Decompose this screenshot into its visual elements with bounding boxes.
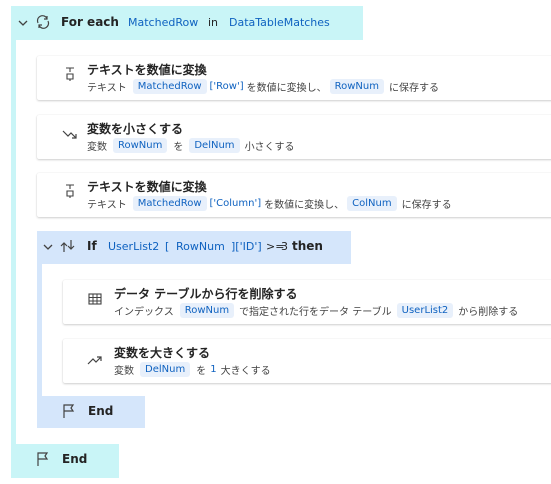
desc-prefix: インデックス [114,307,174,318]
variable-chip[interactable]: MatchedRow [132,79,207,94]
trend-down-icon [62,128,78,142]
text-to-number-icon [63,66,77,82]
index-text: ['Column'] [209,198,262,209]
desc-suffix: 大きくする [220,366,271,377]
action-description: テキスト MatchedRow ['Column'] を数値に変換し、 ColN… [87,196,452,211]
flag-icon [62,403,76,419]
if-then-label: then [292,239,323,253]
if-end-label: End [88,404,114,418]
desc-value[interactable]: 1 [210,364,216,375]
action-description: インデックス RowNum で指定された行をデータ テーブル UserList2… [114,303,518,318]
desc-mid: を [173,142,184,153]
desc-mid: を数値に変換し、 [264,200,345,211]
desc-prefix: テキスト [87,200,127,211]
action-description: 変数 RowNum を DelNum 小さくする [87,138,295,153]
action-title: データ テーブルから行を削除する [114,287,298,301]
if-index-variable[interactable]: RowNum [176,240,225,253]
foreach-keyword: For each [61,15,119,29]
variable-chip[interactable]: DelNum [140,362,191,377]
branch-icon [60,238,76,254]
variable-chip[interactable]: MatchedRow [132,196,207,211]
variable-chip[interactable]: RowNum [179,303,235,318]
action-title: 変数を小さくする [87,122,184,136]
table-icon [88,293,102,305]
variable-chip[interactable]: ColNum [347,196,397,211]
desc-suffix: 小さくする [244,142,295,153]
foreach-rail [11,40,16,444]
foreach-item-variable[interactable]: MatchedRow [128,16,198,29]
variable-chip[interactable]: DelNum [189,138,240,153]
if-value: 3 [281,240,288,253]
chevron-down-icon[interactable] [42,241,54,253]
desc-mid: で指定された行をデータ テーブル [239,307,392,318]
action-title: 変数を大きくする [114,346,211,360]
chevron-down-icon[interactable] [17,17,29,29]
if-variable[interactable]: UserList2 [108,240,159,253]
desc-prefix: 変数 [87,142,107,153]
foreach-source-variable[interactable]: DataTableMatches [229,16,330,29]
foreach-in-label: in [208,16,219,29]
if-rail [37,264,42,396]
flag-icon [36,451,50,467]
trend-up-icon [87,353,103,367]
desc-prefix: 変数 [114,366,134,377]
if-open-bracket: [ [165,240,170,253]
variable-chip[interactable]: RowNum [113,138,168,153]
action-title: テキストを数値に変換 [87,63,207,77]
action-title: テキストを数値に変換 [87,180,207,194]
desc-suffix: から削除する [458,307,519,318]
action-description: テキスト MatchedRow ['Row'] を数値に変換し、 RowNum … [87,79,439,94]
text-to-number-icon [63,183,77,199]
desc-mid: を数値に変換し、 [246,83,327,94]
variable-chip[interactable]: RowNum [329,79,384,94]
action-description: 変数 DelNum を 1 大きくする [114,362,271,377]
if-keyword: If [87,239,97,253]
desc-suffix: に保存する [388,83,439,94]
index-text: ['Row'] [209,81,244,92]
variable-chip[interactable]: UserList2 [396,303,454,318]
loop-icon [35,14,51,30]
if-index-suffix: ]['ID'] [231,240,262,253]
foreach-end-label: End [62,452,88,466]
desc-prefix: テキスト [87,83,127,94]
desc-suffix: に保存する [401,200,452,211]
desc-mid: を [196,366,207,377]
